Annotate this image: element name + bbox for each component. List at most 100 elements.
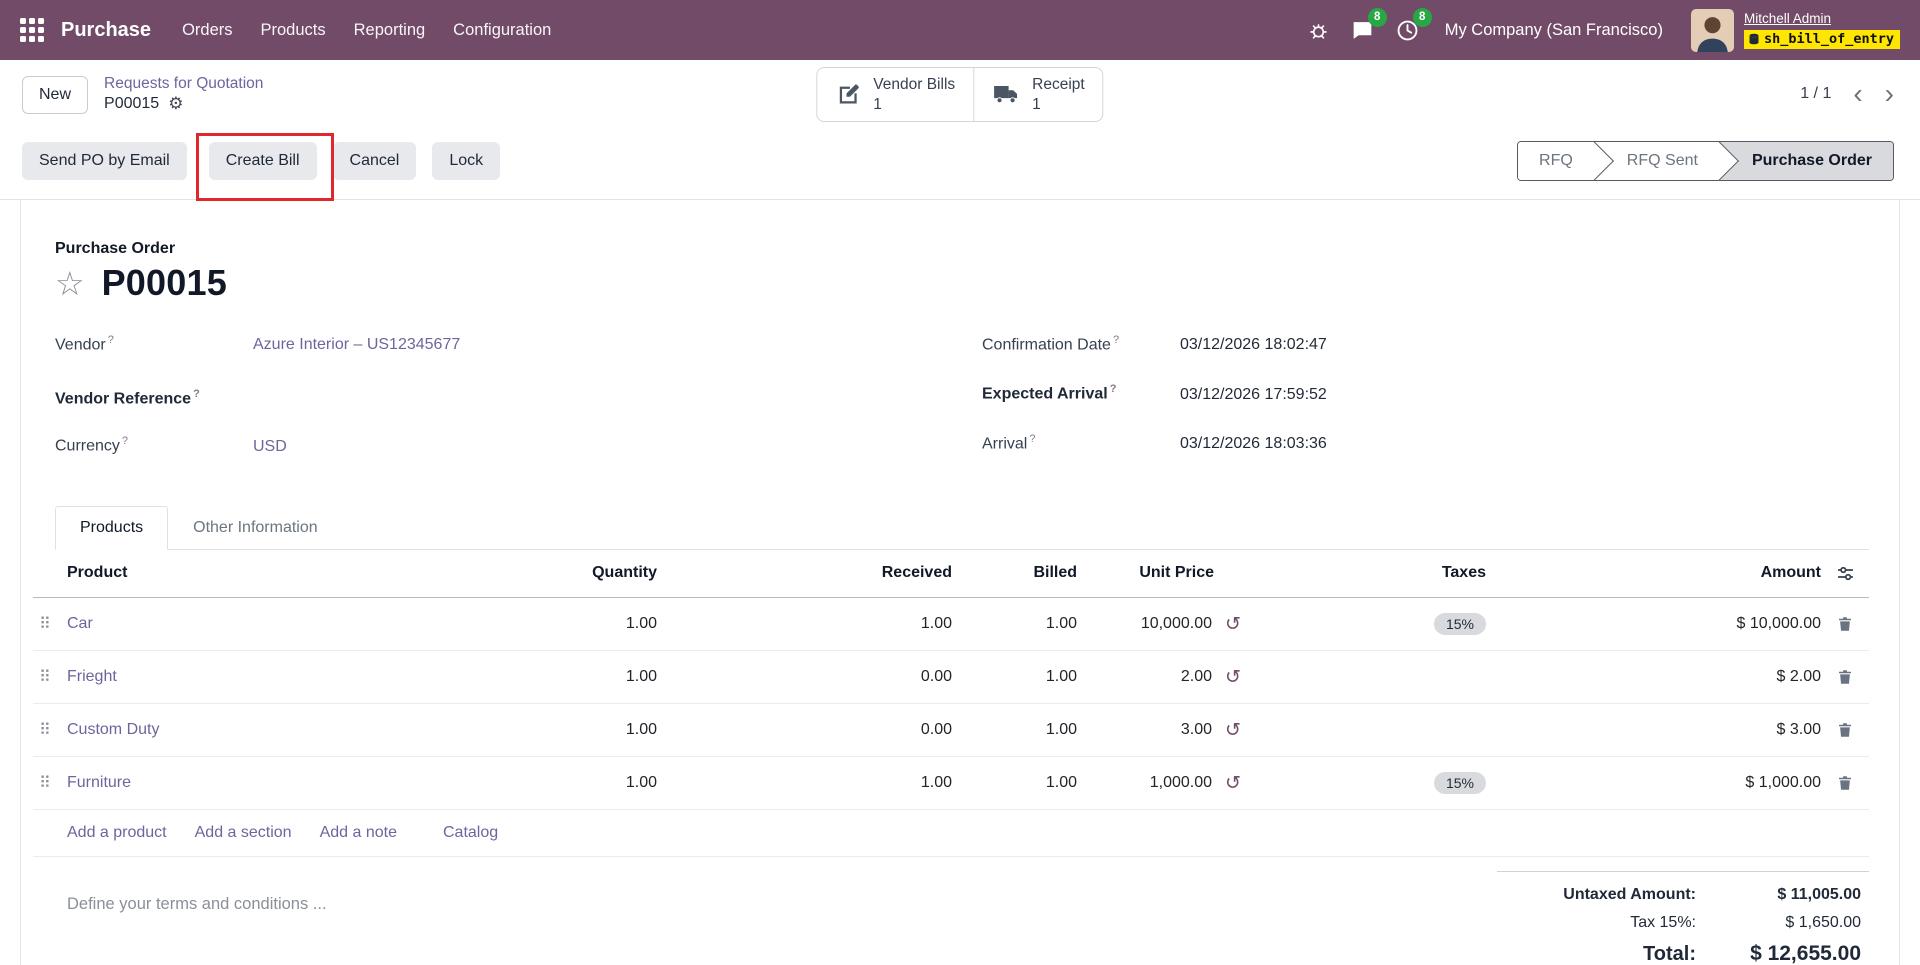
messages-badge: 8 (1368, 8, 1387, 27)
table-row[interactable]: ⠿ Frieght 1.00 0.00 1.00 2.00 ↺ $ 2.00 (33, 650, 1869, 703)
menu-reporting[interactable]: Reporting (341, 12, 439, 49)
header-product[interactable]: Product (63, 550, 517, 598)
table-row[interactable]: ⠿ Custom Duty 1.00 0.00 1.00 3.00 ↺ $ 3.… (33, 703, 1869, 756)
cancel-button[interactable]: Cancel (333, 142, 417, 180)
billed-cell[interactable]: 1.00 (952, 597, 1077, 650)
received-cell[interactable]: 0.00 (657, 703, 952, 756)
app-title[interactable]: Purchase (61, 19, 151, 42)
tab-other-information[interactable]: Other Information (168, 506, 343, 550)
price-history-icon[interactable]: ↺ (1225, 613, 1241, 635)
unit-price-cell[interactable]: 3.00 (1077, 703, 1212, 756)
delete-row-icon[interactable] (1836, 774, 1854, 792)
header-unit-price[interactable]: Unit Price (1077, 550, 1256, 598)
apps-grid-icon[interactable] (18, 17, 45, 44)
quantity-cell[interactable]: 1.00 (517, 650, 657, 703)
help-icon[interactable]: ? (193, 388, 200, 400)
currency-value[interactable]: USD (253, 438, 287, 458)
actions-gear-icon[interactable]: ⚙ (168, 96, 183, 113)
billed-cell[interactable]: 1.00 (952, 703, 1077, 756)
user-avatar[interactable] (1691, 9, 1734, 52)
header-taxes[interactable]: Taxes (1256, 550, 1586, 598)
send-po-by-email-button[interactable]: Send PO by Email (22, 142, 187, 180)
debug-bug-icon[interactable] (1300, 12, 1337, 49)
product-link[interactable]: Furniture (63, 774, 131, 792)
create-bill-button[interactable]: Create Bill (209, 142, 317, 180)
breadcrumb-parent-link[interactable]: Requests for Quotation (104, 74, 263, 94)
add-a-note-link[interactable]: Add a note (320, 824, 397, 842)
total-label: Total: (1643, 943, 1696, 965)
help-icon[interactable]: ? (122, 435, 128, 447)
help-icon[interactable]: ? (108, 334, 114, 346)
unit-price-cell[interactable]: 10,000.00 (1077, 597, 1212, 650)
add-a-section-link[interactable]: Add a section (195, 824, 292, 842)
received-cell[interactable]: 1.00 (657, 597, 952, 650)
help-icon[interactable]: ? (1113, 334, 1119, 346)
terms-and-conditions-field[interactable]: Define your terms and conditions ... (67, 895, 1497, 914)
help-icon[interactable]: ? (1029, 433, 1035, 445)
billed-cell[interactable]: 1.00 (952, 756, 1077, 809)
expected-arrival-value[interactable]: 03/12/2026 17:59:52 (1180, 386, 1327, 406)
taxes-cell[interactable] (1256, 703, 1586, 756)
database-name: sh_bill_of_entry (1744, 30, 1900, 50)
help-icon[interactable]: ? (1110, 383, 1117, 395)
vendor-value[interactable]: Azure Interior – US12345677 (253, 336, 460, 356)
billed-cell[interactable]: 1.00 (952, 650, 1077, 703)
catalog-link[interactable]: Catalog (443, 824, 498, 842)
arrival-value[interactable]: 03/12/2026 18:03:36 (1180, 435, 1327, 455)
quantity-cell[interactable]: 1.00 (517, 756, 657, 809)
drag-handle-icon[interactable]: ⠿ (33, 667, 51, 686)
taxes-cell[interactable] (1256, 650, 1586, 703)
lock-button[interactable]: Lock (432, 142, 500, 180)
unit-price-cell[interactable]: 1,000.00 (1077, 756, 1212, 809)
breadcrumb-current: P00015 (104, 94, 159, 115)
new-button[interactable]: New (22, 76, 88, 114)
drag-handle-icon[interactable]: ⠿ (33, 614, 51, 633)
header-received[interactable]: Received (657, 550, 952, 598)
product-link[interactable]: Car (63, 615, 93, 633)
receipt-button[interactable]: Receipt 1 (973, 68, 1103, 121)
quantity-cell[interactable]: 1.00 (517, 703, 657, 756)
favorite-star-icon[interactable]: ☆ (55, 267, 85, 300)
menu-products[interactable]: Products (248, 12, 339, 49)
taxes-cell[interactable]: 15% (1256, 597, 1586, 650)
header-amount[interactable]: Amount (1586, 550, 1821, 598)
activities-clock-icon[interactable]: 8 (1388, 11, 1427, 50)
price-history-icon[interactable]: ↺ (1225, 666, 1241, 688)
delete-row-icon[interactable] (1836, 721, 1854, 739)
delete-row-icon[interactable] (1836, 615, 1854, 633)
company-switcher[interactable]: My Company (San Francisco) (1445, 21, 1663, 40)
received-cell[interactable]: 0.00 (657, 650, 952, 703)
totals-block: Untaxed Amount: $ 11,005.00 Tax 15%: $ 1… (1497, 871, 1869, 965)
user-menu[interactable]: Mitchell Admin sh_bill_of_entry (1744, 11, 1900, 50)
status-step-purchase-order[interactable]: Purchase Order (1719, 142, 1893, 180)
vendor-reference-label: Vendor Reference? (55, 388, 253, 408)
quantity-cell[interactable]: 1.00 (517, 597, 657, 650)
menu-orders[interactable]: Orders (169, 12, 245, 49)
received-cell[interactable]: 1.00 (657, 756, 952, 809)
pager-previous-icon[interactable]: ‹ (1853, 83, 1862, 105)
tab-products[interactable]: Products (55, 506, 168, 550)
confirmation-date-value[interactable]: 03/12/2026 18:02:47 (1180, 336, 1327, 356)
delete-row-icon[interactable] (1836, 668, 1854, 686)
drag-handle-icon[interactable]: ⠿ (33, 773, 51, 792)
add-a-product-link[interactable]: Add a product (67, 824, 167, 842)
header-quantity[interactable]: Quantity (517, 550, 657, 598)
optional-columns-icon[interactable] (1835, 563, 1856, 584)
price-history-icon[interactable]: ↺ (1225, 772, 1241, 794)
table-row[interactable]: ⠿ Furniture 1.00 1.00 1.00 1,000.00 ↺ 15… (33, 756, 1869, 809)
order-lines-table: Product Quantity Received Billed Unit Pr… (33, 550, 1869, 810)
menu-configuration[interactable]: Configuration (440, 12, 564, 49)
product-link[interactable]: Frieght (63, 668, 117, 686)
currency-label: Currency? (55, 435, 253, 455)
table-row[interactable]: ⠿ Car 1.00 1.00 1.00 10,000.00 ↺ 15% $ 1… (33, 597, 1869, 650)
taxes-cell[interactable]: 15% (1256, 756, 1586, 809)
messages-icon[interactable]: 8 (1343, 11, 1382, 50)
header-billed[interactable]: Billed (952, 550, 1077, 598)
pager-next-icon[interactable]: › (1885, 83, 1894, 105)
price-history-icon[interactable]: ↺ (1225, 719, 1241, 741)
status-step-rfq[interactable]: RFQ (1518, 142, 1594, 180)
drag-handle-icon[interactable]: ⠿ (33, 720, 51, 739)
product-link[interactable]: Custom Duty (63, 721, 159, 739)
vendor-bills-button[interactable]: Vendor Bills 1 (817, 68, 973, 121)
unit-price-cell[interactable]: 2.00 (1077, 650, 1212, 703)
